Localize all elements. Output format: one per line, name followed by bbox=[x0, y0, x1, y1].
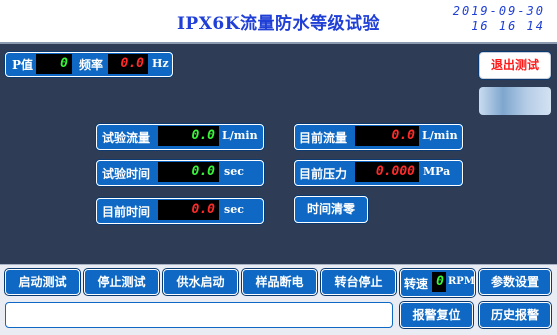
current-time-label: 目前时间 bbox=[102, 205, 151, 219]
alarm-reset-button[interactable]: 报警复位 bbox=[400, 302, 473, 328]
message-box bbox=[5, 302, 393, 328]
frequency-display: 0.0 bbox=[108, 54, 148, 74]
current-flow-display: 0.0 bbox=[355, 126, 419, 146]
current-pressure-label: 目前压力 bbox=[299, 167, 348, 181]
frequency-label: 频率 bbox=[79, 58, 104, 72]
stop-test-button[interactable]: 停止测试 bbox=[84, 269, 159, 295]
p-value-display: 0 bbox=[36, 54, 72, 74]
test-flow-display: 0.0 bbox=[158, 126, 219, 146]
turntable-stop-button[interactable]: 转台停止 bbox=[321, 269, 396, 295]
test-time-label: 试验时间 bbox=[102, 167, 151, 181]
sample-power-off-button[interactable]: 样品断电 bbox=[242, 269, 317, 295]
current-flow-unit: L/min bbox=[422, 129, 458, 142]
time-text: 16 16 14 bbox=[471, 19, 545, 33]
param-settings-button[interactable]: 参数设置 bbox=[479, 269, 551, 295]
current-time-display: 0.0 bbox=[158, 200, 219, 220]
date-text: 2019-09-30 bbox=[452, 4, 545, 18]
test-time-display: 0.0 bbox=[158, 162, 219, 182]
exit-test-button[interactable]: 退出测试 bbox=[479, 52, 551, 79]
test-time-unit: sec bbox=[224, 165, 244, 178]
frequency-unit: Hz bbox=[152, 57, 169, 70]
title-bar: IPX6K流量防水等级试验 2019-09-30 16 16 14 bbox=[0, 0, 557, 44]
current-pressure-display: 0.000 bbox=[355, 162, 419, 182]
test-flow-label: 试验流量 bbox=[102, 131, 151, 145]
speed-unit: RPM bbox=[448, 276, 475, 287]
datetime-display: 2019-09-30 16 16 14 bbox=[453, 4, 545, 34]
current-time-unit: sec bbox=[224, 203, 244, 216]
speed-display: 0 bbox=[432, 272, 446, 292]
speed-label: 转速 bbox=[404, 277, 429, 291]
start-test-button[interactable]: 启动测试 bbox=[5, 269, 80, 295]
current-pressure-unit: MPa bbox=[423, 165, 451, 178]
obscured-element bbox=[479, 87, 551, 115]
time-clear-button[interactable]: 时间清零 bbox=[294, 196, 368, 223]
p-value-label: P值 bbox=[12, 58, 34, 72]
main-panel bbox=[0, 44, 557, 264]
history-alarm-button[interactable]: 历史报警 bbox=[479, 302, 551, 328]
current-flow-label: 目前流量 bbox=[299, 131, 348, 145]
test-flow-unit: L/min bbox=[222, 129, 258, 142]
water-start-button[interactable]: 供水启动 bbox=[163, 269, 238, 295]
